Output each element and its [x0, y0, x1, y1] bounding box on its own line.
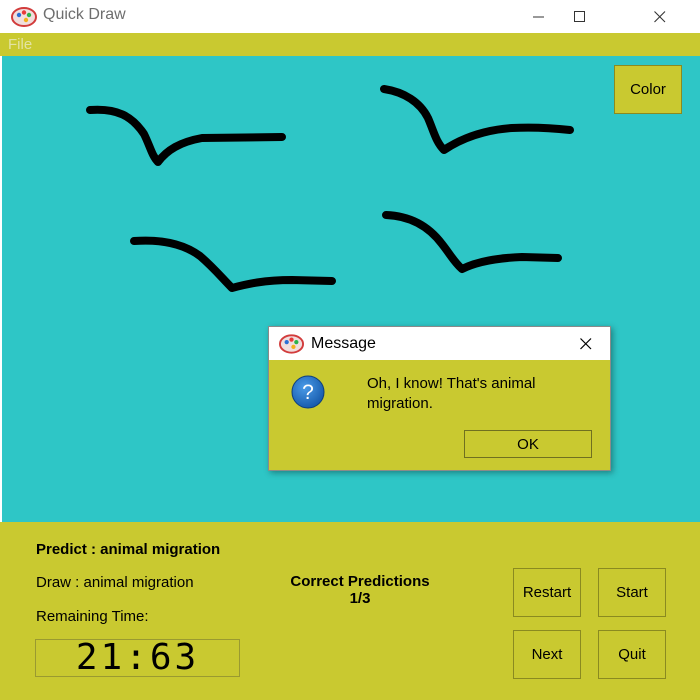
next-button[interactable]: Next	[513, 630, 581, 679]
timer-value: 21:63	[75, 637, 200, 678]
close-icon	[580, 337, 592, 349]
menu-file[interactable]: File	[8, 36, 32, 53]
dialog-close-button[interactable]	[563, 327, 609, 360]
palette-icon	[11, 7, 37, 27]
message-dialog: Message ? Oh, I know! That's animal migr…	[268, 326, 611, 471]
dialog-title: Message	[311, 335, 376, 352]
correct-predictions-label: Correct Predictions	[290, 573, 430, 590]
maximize-icon	[574, 10, 585, 22]
stroke-4	[382, 211, 562, 273]
title-bar: Quick Draw	[0, 0, 700, 33]
stroke-3	[130, 236, 336, 292]
correct-predictions: Correct Predictions 1/3	[260, 573, 460, 607]
close-button[interactable]	[637, 0, 683, 33]
stroke-2	[380, 85, 574, 154]
question-icon: ?	[291, 375, 325, 409]
prediction-label: Predict : animal migration	[36, 541, 221, 558]
minimize-icon	[533, 16, 544, 17]
window-title: Quick Draw	[43, 6, 126, 23]
control-panel: Predict : animal migration Draw : animal…	[0, 522, 700, 700]
menu-bar: File	[0, 33, 700, 56]
timer-display: 21:63	[35, 639, 240, 677]
dialog-title-bar: Message	[269, 327, 610, 360]
svg-text:?: ?	[302, 381, 314, 404]
ok-button[interactable]: OK	[464, 430, 592, 458]
start-button[interactable]: Start	[598, 568, 666, 617]
correct-predictions-value: 1/3	[349, 590, 371, 607]
close-icon	[654, 10, 666, 22]
draw-prompt-label: Draw : animal migration	[36, 574, 194, 591]
quit-button[interactable]: Quit	[598, 630, 666, 679]
restart-button[interactable]: Restart	[513, 568, 581, 617]
maximize-button[interactable]	[557, 0, 603, 33]
dialog-message: Oh, I know! That's animal migration.	[367, 375, 536, 412]
palette-icon	[279, 334, 305, 354]
stroke-1	[86, 105, 286, 166]
remaining-time-label: Remaining Time:	[36, 608, 149, 625]
minimize-button[interactable]	[516, 0, 562, 33]
color-button[interactable]: Color	[614, 65, 682, 114]
